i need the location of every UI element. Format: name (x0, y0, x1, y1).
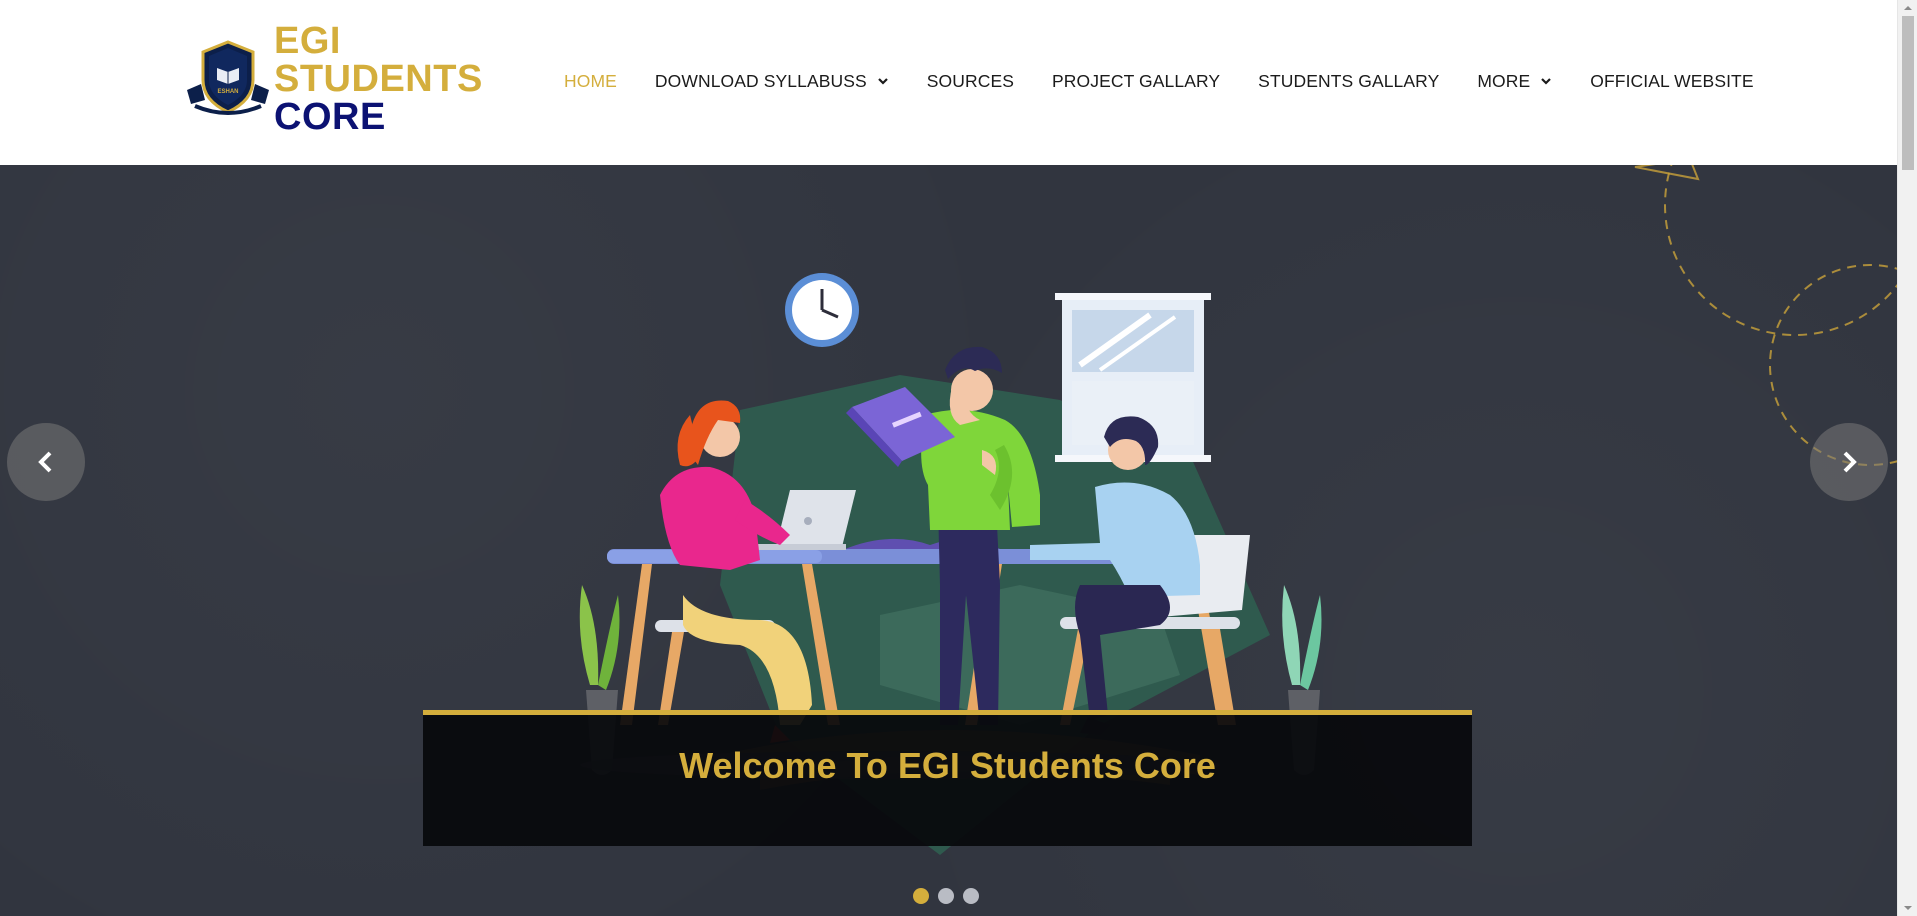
chevron-down-icon (1541, 78, 1552, 85)
nav-item-label: STUDENTS GALLARY (1258, 70, 1440, 91)
nav-item-official-website[interactable]: OFFICIAL WEBSITE (1590, 71, 1753, 92)
logo-line-1: EGI (274, 20, 341, 62)
scrollbar-thumb[interactable] (1902, 16, 1914, 170)
chevron-left-icon (38, 451, 52, 473)
nav-item-sources[interactable]: SOURCES (927, 71, 1014, 92)
slide-caption-title: Welcome To EGI Students Core (679, 745, 1216, 786)
nav-item-label: SOURCES (926, 70, 1015, 91)
site-header: ESHAN EGI STUDENTS CORE HOME DOWNLOAD SY… (0, 0, 1897, 165)
chevron-down-icon (878, 78, 888, 85)
nav-item-students-gallary[interactable]: STUDENTS GALLARY (1258, 71, 1439, 92)
nav-item-label: HOME (564, 70, 617, 91)
nav-item-label: OFFICIAL WEBSITE (1590, 70, 1754, 91)
scroll-down-icon[interactable] (1903, 903, 1913, 913)
nav-item-more[interactable]: MORE (1477, 71, 1552, 92)
emblem-text: ESHAN (217, 89, 238, 95)
logo-emblem-icon[interactable]: ESHAN (183, 38, 273, 120)
slider-dot-2[interactable] (938, 888, 954, 904)
nav-item-download-syllabuss[interactable]: DOWNLOAD SYLLABUSS (655, 71, 889, 92)
nav-item-home[interactable]: HOME (564, 71, 617, 92)
nav-item-label: MORE (1477, 70, 1531, 91)
nav-item-project-gallary[interactable]: PROJECT GALLARY (1052, 71, 1220, 92)
slider-pagination (913, 888, 979, 904)
slider-prev-button[interactable] (7, 423, 85, 501)
slider-dot-1[interactable] (913, 888, 929, 904)
main-nav: HOME DOWNLOAD SYLLABUSS SOURCES PROJECT … (564, 69, 1792, 93)
page-scrollbar[interactable] (1897, 0, 1917, 916)
logo-line-2: STUDENTS (274, 58, 483, 100)
page: ESHAN EGI STUDENTS CORE HOME DOWNLOAD SY… (0, 0, 1897, 916)
slide-caption: Welcome To EGI Students Core (423, 710, 1472, 846)
slider-dot-3[interactable] (963, 888, 979, 904)
scroll-up-icon[interactable] (1903, 3, 1913, 13)
nav-item-label: DOWNLOAD SYLLABUSS (654, 70, 867, 91)
logo-text[interactable]: EGI STUDENTS CORE (274, 22, 483, 136)
hero-slider: Welcome To EGI Students Core (0, 165, 1897, 916)
nav-item-label: PROJECT GALLARY (1052, 70, 1221, 91)
logo-line-3: CORE (274, 96, 386, 138)
chevron-right-icon (1843, 451, 1857, 473)
slider-next-button[interactable] (1810, 423, 1888, 501)
